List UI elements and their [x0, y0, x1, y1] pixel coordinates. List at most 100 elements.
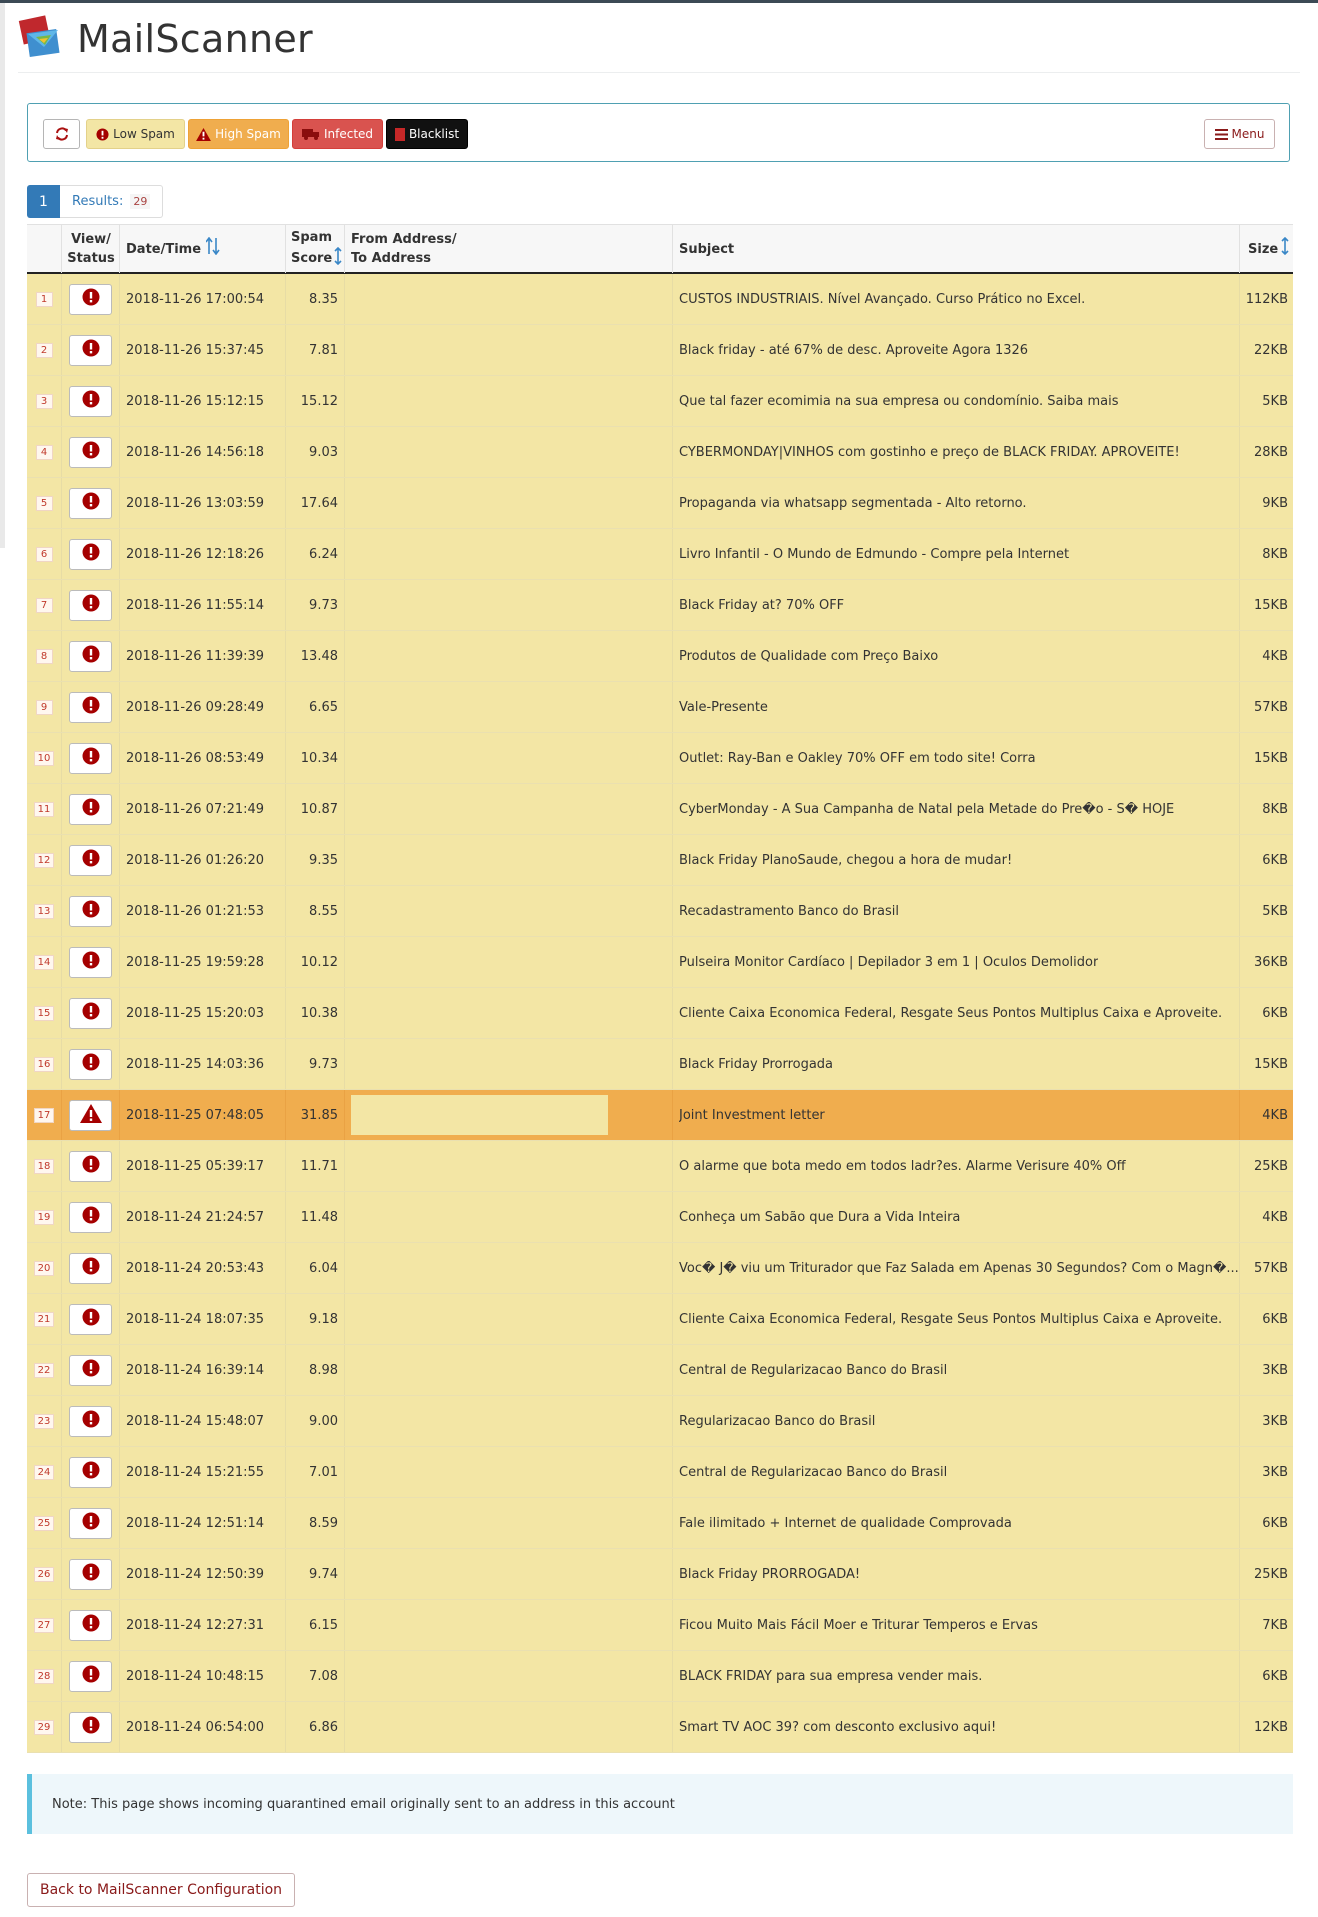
low-spam-filter-button[interactable]: Low Spam — [86, 119, 185, 149]
view-message-button[interactable] — [69, 538, 112, 570]
view-message-button[interactable] — [69, 589, 112, 621]
from-to-cell — [344, 1192, 672, 1242]
view-message-button[interactable] — [69, 742, 112, 774]
view-message-button[interactable] — [69, 946, 112, 978]
view-message-button[interactable] — [69, 1609, 112, 1641]
to-header-label: To Address — [351, 251, 431, 266]
table-row[interactable]: 5 2018-11-26 13:03:59 17.64 Propaganda via … — [27, 478, 1293, 529]
view-message-button[interactable] — [69, 895, 112, 927]
back-to-configuration-button[interactable]: Back to MailScanner Configuration — [27, 1873, 296, 1907]
table-row[interactable]: 26 2018-11-24 12:50:39 9.74 Black Friday PR… — [27, 1549, 1293, 1600]
view-message-button[interactable] — [69, 1252, 112, 1284]
view-message-button[interactable] — [69, 793, 112, 825]
table-row[interactable]: 22 2018-11-24 16:39:14 8.98 Central de Regu… — [27, 1345, 1293, 1396]
table-row[interactable]: 2 2018-11-26 15:37:45 7.81 Black friday - a… — [27, 325, 1293, 376]
view-message-button[interactable] — [69, 1660, 112, 1692]
view-message-button[interactable] — [69, 1711, 112, 1743]
table-row[interactable]: 8 2018-11-26 11:39:39 13.48 Produtos de Qua… — [27, 631, 1293, 682]
sort-icon[interactable] — [1281, 236, 1289, 261]
view-message-button[interactable] — [69, 487, 112, 519]
spam-score-cell: 10.34 — [285, 733, 344, 783]
high-spam-filter-button[interactable]: High Spam — [188, 119, 289, 149]
view-message-button[interactable] — [69, 1048, 112, 1080]
view-message-button[interactable] — [69, 1201, 112, 1233]
table-row[interactable]: 27 2018-11-24 12:27:31 6.15 Ficou Muito Mai… — [27, 1600, 1293, 1651]
table-row[interactable]: 24 2018-11-24 15:21:55 7.01 Central de Regu… — [27, 1447, 1293, 1498]
datetime-cell: 2018-11-25 19:59:28 — [119, 937, 285, 987]
row-number: 5 — [35, 495, 53, 511]
table-row[interactable]: 15 2018-11-25 15:20:03 10.38 Cliente Caixa … — [27, 988, 1293, 1039]
view-message-button[interactable] — [69, 1456, 112, 1488]
table-row[interactable]: 25 2018-11-24 12:51:14 8.59 Fale ilimitado … — [27, 1498, 1293, 1549]
view-message-button[interactable] — [69, 997, 112, 1029]
from-to-cell — [344, 529, 672, 579]
view-message-button[interactable] — [69, 844, 112, 876]
subject-text: Vale-Presente — [679, 699, 768, 715]
page-1-button[interactable]: 1 — [27, 185, 60, 218]
row-number: 29 — [33, 1719, 55, 1735]
subject-cell: Smart TV AOC 39? com desconto exclusivo … — [672, 1702, 1266, 1752]
infected-filter-button[interactable]: Infected — [292, 119, 383, 149]
view-message-button[interactable] — [69, 1099, 112, 1131]
table-row[interactable]: 18 2018-11-25 05:39:17 11.71 O alarme que b… — [27, 1141, 1293, 1192]
hamburger-icon — [1214, 128, 1228, 140]
size-header[interactable]: Size — [1239, 225, 1293, 273]
table-row[interactable]: 23 2018-11-24 15:48:07 9.00 Regularizacao B… — [27, 1396, 1293, 1447]
row-number-cell: 21 — [27, 1294, 61, 1344]
table-row[interactable]: 16 2018-11-25 14:03:36 9.73 Black Friday Pr… — [27, 1039, 1293, 1090]
sort-up-down-icon[interactable] — [205, 236, 220, 261]
datetime-cell: 2018-11-26 12:18:26 — [119, 529, 285, 579]
table-row[interactable]: 19 2018-11-24 21:24:57 11.48 Conheça um Sab… — [27, 1192, 1293, 1243]
subject-text: Central de Regularizacao Banco do Brasil — [679, 1464, 948, 1480]
table-row[interactable]: 7 2018-11-26 11:55:14 9.73 Black Friday at?… — [27, 580, 1293, 631]
table-row[interactable]: 3 2018-11-26 15:12:15 15.12 Que tal fazer e… — [27, 376, 1293, 427]
table-row[interactable]: 20 2018-11-24 20:53:43 6.04 Voc� J� viu um … — [27, 1243, 1293, 1294]
subject-text: Livro Infantil - O Mundo de Edmundo - Co… — [679, 546, 1070, 562]
view-message-button[interactable] — [69, 1507, 112, 1539]
exclamation-circle-icon — [82, 1257, 100, 1279]
view-status-cell — [61, 1498, 119, 1548]
view-status-cell — [61, 1141, 119, 1191]
view-message-button[interactable] — [69, 691, 112, 723]
refresh-button[interactable] — [43, 119, 80, 149]
table-row[interactable]: 17 2018-11-25 07:48:05 31.85 Joint Investme… — [27, 1090, 1293, 1141]
table-row[interactable]: 29 2018-11-24 06:54:00 6.86 Smart TV AOC 39… — [27, 1702, 1293, 1753]
view-message-button[interactable] — [69, 1558, 112, 1590]
table-row[interactable]: 6 2018-11-26 12:18:26 6.24 Livro Infantil -… — [27, 529, 1293, 580]
menu-button[interactable]: Menu — [1204, 119, 1275, 149]
table-row[interactable]: 9 2018-11-26 09:28:49 6.65 Vale-Presente 57K… — [27, 682, 1293, 733]
view-message-button[interactable] — [69, 436, 112, 468]
row-number-cell: 10 — [27, 733, 61, 783]
view-message-button[interactable] — [69, 1150, 112, 1182]
view-message-button[interactable] — [69, 283, 112, 315]
table-row[interactable]: 28 2018-11-24 10:48:15 7.08 BLACK FRIDAY pa… — [27, 1651, 1293, 1702]
table-row[interactable]: 12 2018-11-26 01:26:20 9.35 Black Friday Pl… — [27, 835, 1293, 886]
spam-score-header[interactable]: Spam Score — [285, 225, 344, 273]
view-message-button[interactable] — [69, 334, 112, 366]
table-row[interactable]: 14 2018-11-25 19:59:28 10.12 Pulseira Monit… — [27, 937, 1293, 988]
subject-text: Black Friday PlanoSaude, chegou a hora d… — [679, 852, 1013, 868]
table-row[interactable]: 4 2018-11-26 14:56:18 9.03 CYBERMONDAY|VINH… — [27, 427, 1293, 478]
table-row[interactable]: 11 2018-11-26 07:21:49 10.87 CyberMonday - … — [27, 784, 1293, 835]
view-message-button[interactable] — [69, 1405, 112, 1437]
view-message-button[interactable] — [69, 640, 112, 672]
size-cell: 7KB — [1239, 1600, 1293, 1650]
table-row[interactable]: 13 2018-11-26 01:21:53 8.55 Recadastramento… — [27, 886, 1293, 937]
blacklist-filter-button[interactable]: Blacklist — [386, 119, 468, 149]
view-status-cell — [61, 427, 119, 477]
spam-score-cell: 9.00 — [285, 1396, 344, 1446]
subject-cell: CYBERMONDAY|VINHOS com gostinho e preço … — [672, 427, 1266, 477]
spam-score-cell: 13.48 — [285, 631, 344, 681]
view-message-button[interactable] — [69, 1354, 112, 1386]
view-message-button[interactable] — [69, 385, 112, 417]
datetime-cell: 2018-11-24 12:50:39 — [119, 1549, 285, 1599]
table-row[interactable]: 1 2018-11-26 17:00:54 8.35 CUSTOS INDUSTRIA… — [27, 274, 1293, 325]
view-message-button[interactable] — [69, 1303, 112, 1335]
table-row[interactable]: 10 2018-11-26 08:53:49 10.34 Outlet: Ray-Ba… — [27, 733, 1293, 784]
datetime-header[interactable]: Date/Time — [119, 225, 285, 273]
subject-cell: Recadastramento Banco do Brasil — [672, 886, 1266, 936]
sort-icon[interactable] — [334, 246, 342, 271]
subject-cell: Black Friday Prorrogada — [672, 1039, 1266, 1089]
view-status-cell — [61, 631, 119, 681]
table-row[interactable]: 21 2018-11-24 18:07:35 9.18 Cliente Caixa E… — [27, 1294, 1293, 1345]
